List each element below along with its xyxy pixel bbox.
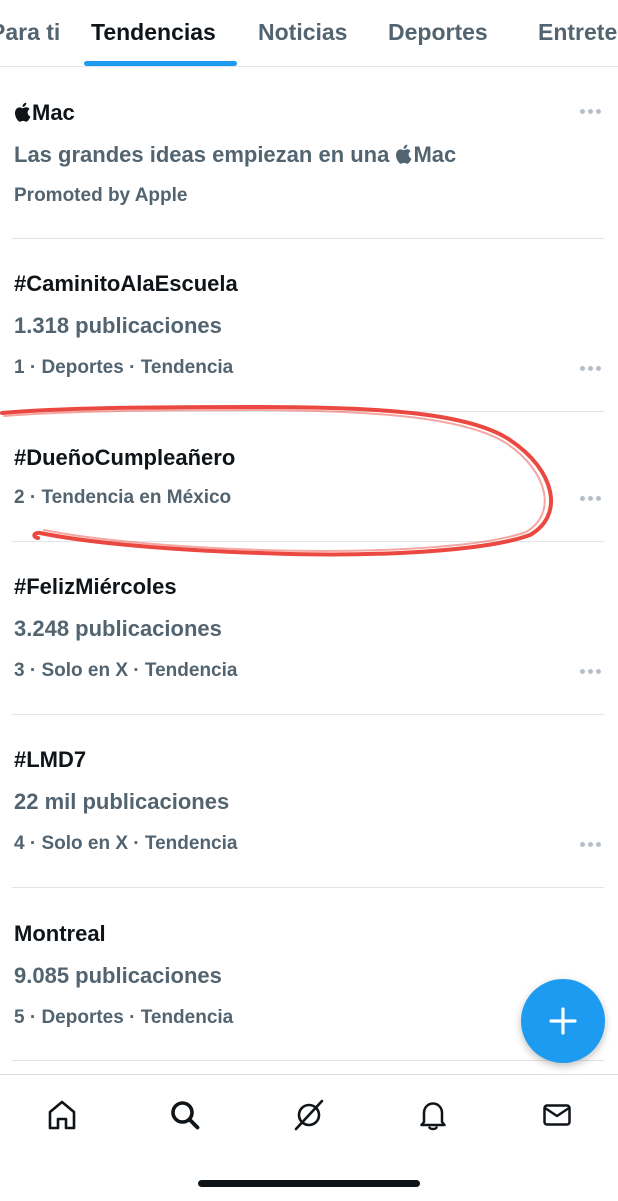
trend-item[interactable]: #LMD7 22 mil publicaciones 4 · Solo en X… <box>14 746 604 871</box>
trend-post-count: 1.318 publicaciones <box>14 313 222 338</box>
promo-headline-text: Las grandes ideas empiezan en una <box>14 142 396 167</box>
divider <box>12 541 604 542</box>
trend-context: 1 · Deportes · Tendencia <box>14 357 234 378</box>
trend-context: 5 · Deportes · Tendencia <box>14 1007 234 1028</box>
mail-icon <box>543 1104 571 1126</box>
nav-notifications-button[interactable] <box>413 1095 453 1135</box>
promo-title: Mac <box>14 100 75 126</box>
trend-item[interactable]: #CaminitoAlaEscuela 1.318 publicaciones … <box>14 270 604 395</box>
trend-post-count: 22 mil publicaciones <box>14 789 230 814</box>
trend-item[interactable]: #FelizMiércoles 3.248 publicaciones 3 · … <box>14 573 604 698</box>
divider <box>12 238 604 239</box>
explore-tabs: Para ti Tendencias Noticias Deportes Ent… <box>0 0 618 67</box>
trend-name: #CaminitoAlaEscuela <box>14 271 238 296</box>
nav-home-button[interactable] <box>42 1095 82 1135</box>
search-icon <box>171 1101 200 1130</box>
trend-name: #LMD7 <box>14 747 87 772</box>
promo-sponsor: Promoted by Apple <box>14 185 188 206</box>
divider <box>12 887 604 888</box>
trend-context: 2 · Tendencia en México <box>14 487 232 508</box>
tab-sports[interactable]: Deportes <box>388 18 488 46</box>
promo-headline: Las grandes ideas empiezan en una Mac <box>14 142 456 168</box>
more-options-icon[interactable] <box>578 665 604 677</box>
grok-icon <box>294 1099 324 1131</box>
apple-logo-icon <box>396 144 412 164</box>
tab-for-you[interactable]: Para ti <box>0 18 60 46</box>
apple-logo-icon <box>15 102 31 122</box>
trend-name: Montreal <box>14 921 106 946</box>
nav-search-button[interactable] <box>165 1095 205 1135</box>
tab-trending[interactable]: Tendencias <box>91 18 216 46</box>
more-options-icon[interactable] <box>578 838 604 850</box>
trend-post-count: 3.248 publicaciones <box>14 616 222 641</box>
home-indicator-bar[interactable] <box>198 1180 420 1187</box>
divider <box>12 714 604 715</box>
home-icon <box>48 1100 76 1130</box>
nav-grok-button[interactable] <box>289 1095 329 1135</box>
trend-context: 3 · Solo en X · Tendencia <box>14 660 238 681</box>
promo-brand: Mac <box>32 100 75 125</box>
bell-icon <box>420 1102 446 1131</box>
divider <box>12 411 604 412</box>
trend-name: #DueñoCumpleañero <box>14 445 236 470</box>
tab-entertainment[interactable]: Entretenimiento <box>538 18 618 46</box>
promo-headline-brand: Mac <box>413 142 457 167</box>
divider <box>12 1060 604 1061</box>
trend-item[interactable]: #DueñoCumpleañero 2 · Tendencia en Méxic… <box>14 444 604 524</box>
trend-item[interactable]: Montreal 9.085 publicaciones 5 · Deporte… <box>14 920 604 1045</box>
more-options-icon[interactable] <box>578 362 604 374</box>
nav-messages-button[interactable] <box>537 1095 577 1135</box>
trend-context: 4 · Solo en X · Tendencia <box>14 833 238 854</box>
tab-news[interactable]: Noticias <box>258 18 347 46</box>
promoted-trend[interactable]: Mac Las grandes ideas empiezan en una Ma… <box>14 96 604 226</box>
trend-name: #FelizMiércoles <box>14 574 177 599</box>
more-options-icon[interactable] <box>578 492 604 504</box>
more-options-icon[interactable] <box>578 105 604 117</box>
compose-fab-button[interactable] <box>521 979 605 1063</box>
plus-icon <box>549 1007 577 1035</box>
trend-post-count: 9.085 publicaciones <box>14 963 222 988</box>
active-tab-indicator <box>84 61 237 66</box>
